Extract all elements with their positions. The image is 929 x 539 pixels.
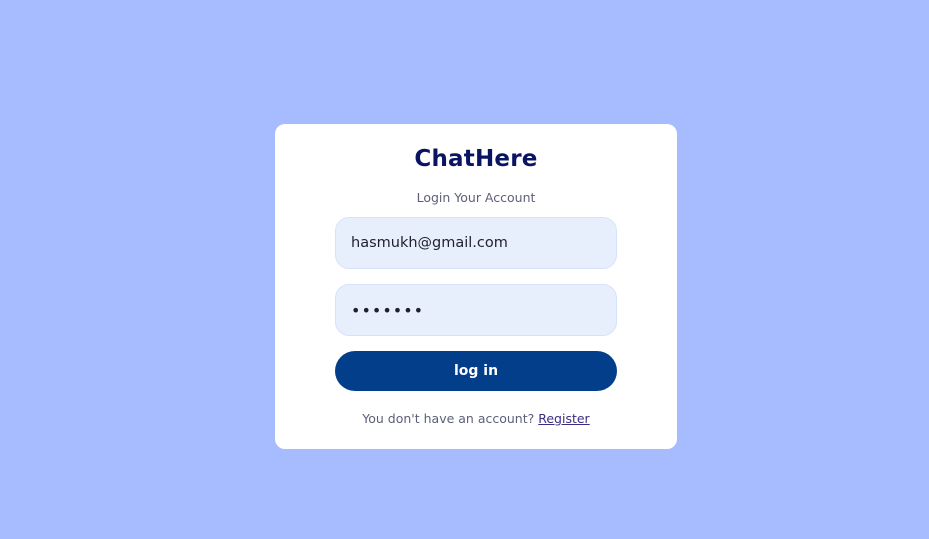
email-input[interactable] — [335, 217, 617, 269]
login-button[interactable]: log in — [335, 351, 617, 391]
password-input[interactable] — [335, 284, 617, 336]
register-prompt: You don't have an account? Register — [275, 411, 677, 426]
app-title: ChatHere — [414, 146, 538, 172]
register-prompt-text: You don't have an account? — [362, 411, 535, 426]
login-subtitle: Login Your Account — [416, 190, 536, 205]
login-card: ChatHere Login Your Account log in You d… — [275, 124, 677, 449]
register-link[interactable]: Register — [538, 411, 589, 426]
